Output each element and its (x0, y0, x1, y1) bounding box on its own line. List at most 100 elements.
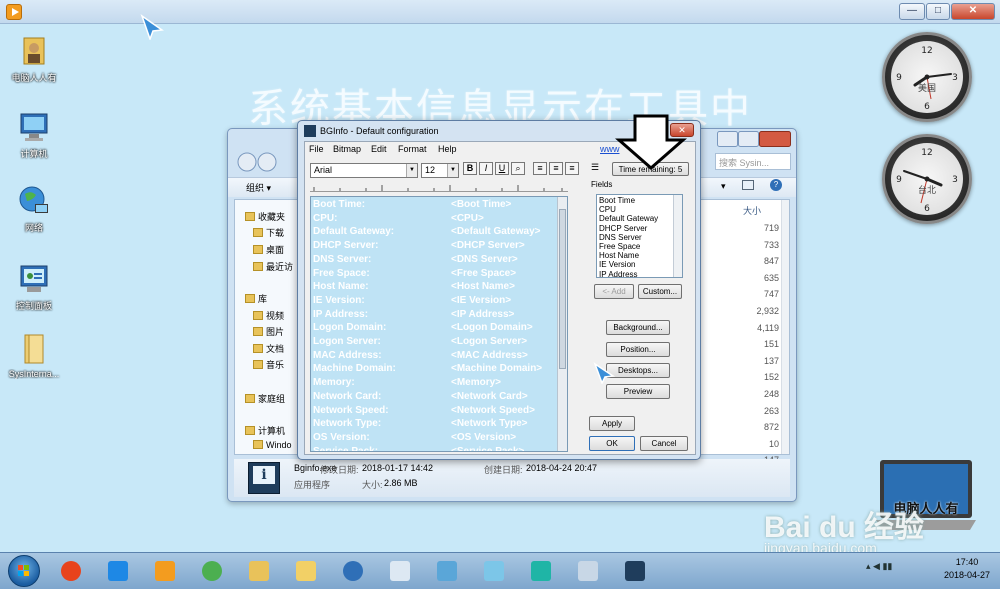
desktop-icon-label: 控制面板 (15, 301, 52, 311)
nav-item-windows-drive[interactable]: Windo (253, 440, 292, 450)
explorer-scrollbar[interactable] (781, 200, 789, 454)
desktop-icon-network[interactable]: 网络 (3, 184, 65, 234)
taskbar-button[interactable] (616, 556, 654, 586)
font-size-select[interactable]: 12 ▼ (421, 163, 459, 178)
organize-button[interactable]: 组织 ▾ (246, 181, 271, 194)
nav-item-videos[interactable]: 视频 (253, 309, 284, 322)
control-panel-icon (437, 561, 457, 581)
bullet-list-icon[interactable]: ☰ (588, 162, 602, 175)
template-field-token: <Host Name> (451, 281, 515, 293)
field-list-item[interactable]: DNS Server (599, 233, 642, 242)
details-created: 2018-04-24 20:47 (526, 463, 598, 473)
apply-button[interactable]: Apply (589, 416, 635, 431)
nav-item-libraries[interactable]: 库 (245, 292, 267, 305)
field-list-item[interactable]: Free Space (599, 242, 640, 251)
minimize-button[interactable]: — (899, 3, 925, 20)
align-center-icon[interactable]: ≡ (549, 162, 563, 175)
font-color-icon[interactable]: ⌕ (511, 162, 525, 175)
taskbar-button[interactable] (52, 556, 90, 586)
align-left-icon[interactable]: ≡ (533, 162, 547, 175)
taskbar-button[interactable] (569, 556, 607, 586)
paint-icon (578, 561, 598, 581)
template-field-token: <CPU> (451, 212, 484, 224)
clock-gadget-us[interactable]: 12 3 6 9 美国 (882, 32, 972, 122)
drive-icon (253, 440, 263, 449)
view-options-icon[interactable]: ▾ (721, 181, 726, 192)
menu-bitmap[interactable]: Bitmap (333, 144, 361, 154)
fields-scrollbar[interactable] (673, 195, 682, 277)
taskbar-button[interactable] (287, 556, 325, 586)
italic-button[interactable]: I (479, 162, 493, 175)
editor-scrollbar[interactable] (557, 197, 567, 451)
nav-item-downloads[interactable]: 下载 (253, 226, 284, 239)
taskbar-button[interactable] (522, 556, 560, 586)
taskbar-button[interactable] (193, 556, 231, 586)
nav-item-music[interactable]: 音乐 (253, 358, 284, 371)
details-size-label: 大小: (362, 480, 383, 490)
back-forward-buttons[interactable] (236, 151, 280, 173)
desktop-icon-control-panel[interactable]: 控制面板 (3, 262, 65, 312)
template-editor[interactable]: Boot Time: <Boot Time> CPU: <CPU> Default Ga… (310, 196, 568, 452)
cancel-button[interactable]: Cancel (640, 436, 688, 451)
taskbar-button[interactable] (334, 556, 372, 586)
nav-item-desktop[interactable]: 桌面 (253, 243, 284, 256)
nav-item-favorites[interactable]: 收藏夹 (245, 210, 285, 223)
underline-button[interactable]: U (495, 162, 509, 175)
menu-file[interactable]: File (309, 144, 324, 154)
editor-scroll-thumb[interactable] (559, 209, 566, 369)
menu-format[interactable]: Format (398, 144, 427, 154)
bginfo-dialog[interactable]: BGInfo - Default configuration ✕ File Bi… (297, 120, 701, 460)
clock-gadget-taipei[interactable]: 12 3 6 9 台北 (882, 134, 972, 224)
nav-item-pictures[interactable]: 图片 (253, 325, 284, 338)
taskbar-button[interactable] (146, 556, 184, 586)
field-list-item[interactable]: Default Gateway (599, 214, 658, 223)
nav-item-computer[interactable]: 计算机 (245, 424, 285, 437)
music-icon (253, 360, 263, 369)
desktops-button[interactable]: Desktops... (606, 363, 670, 378)
maximize-button[interactable]: □ (926, 3, 950, 20)
explorer-window-controls[interactable] (717, 131, 791, 148)
nav-item-recent[interactable]: 最近访 (253, 260, 293, 273)
taskbar-button[interactable] (475, 556, 513, 586)
desktop-icon-user-folder[interactable]: 电脑人人有 (3, 34, 65, 84)
size-column-header[interactable]: 大小 (743, 204, 761, 217)
tray-icons[interactable]: ▴ ◀ ▮▮ (866, 561, 892, 572)
nav-item-documents[interactable]: 文档 (253, 342, 284, 355)
desktop-icon-computer[interactable]: 计算机 (3, 110, 65, 160)
taskbar-button[interactable] (381, 556, 419, 586)
tray-clock[interactable]: 17:40 2018-04-27 (944, 556, 990, 582)
nav-item-homegroup[interactable]: 家庭组 (245, 392, 285, 405)
close-button[interactable]: ✕ (951, 3, 995, 20)
clock-city-label: 台北 (917, 185, 936, 195)
help-icon[interactable]: ? (770, 179, 782, 191)
align-right-icon[interactable]: ≡ (565, 162, 579, 175)
fields-list[interactable]: Boot Time CPU Default Gateway DHCP Server DN… (596, 194, 683, 278)
font-name-select[interactable]: Arial ▼ (310, 163, 418, 178)
add-field-button[interactable]: <- Add (594, 284, 634, 299)
template-field-label: Memory: (313, 377, 355, 389)
preview-button[interactable]: Preview (606, 384, 670, 399)
folder-icon (296, 561, 316, 581)
position-button[interactable]: Position... (606, 342, 670, 357)
ok-button[interactable]: OK (589, 436, 635, 451)
taskbar-button[interactable] (99, 556, 137, 586)
template-row: DHCP Server: <DHCP Server> (313, 240, 563, 254)
field-list-item[interactable]: IP Address (599, 270, 638, 277)
taskbar-button[interactable] (240, 556, 278, 586)
bold-button[interactable]: B (463, 162, 477, 175)
explorer-search-input[interactable]: 搜索 Sysin... (715, 153, 791, 170)
menu-help[interactable]: Help (438, 144, 457, 154)
menu-edit[interactable]: Edit (371, 144, 387, 154)
taskbar-button[interactable] (428, 556, 466, 586)
custom-button[interactable]: Custom... (638, 284, 682, 299)
nav-label: 收藏夹 (258, 212, 286, 222)
field-list-item[interactable]: IE Version (599, 260, 635, 269)
field-list-item[interactable]: CPU (599, 205, 616, 214)
desktop-icon-sysinternals[interactable]: SysInterna... (3, 332, 65, 379)
field-list-item[interactable]: Boot Time (599, 196, 635, 205)
background-button[interactable]: Background... (606, 320, 670, 335)
field-list-item[interactable]: Host Name (599, 251, 639, 260)
start-button[interactable] (8, 555, 40, 587)
preview-pane-icon[interactable] (742, 180, 754, 190)
field-list-item[interactable]: DHCP Server (599, 224, 647, 233)
